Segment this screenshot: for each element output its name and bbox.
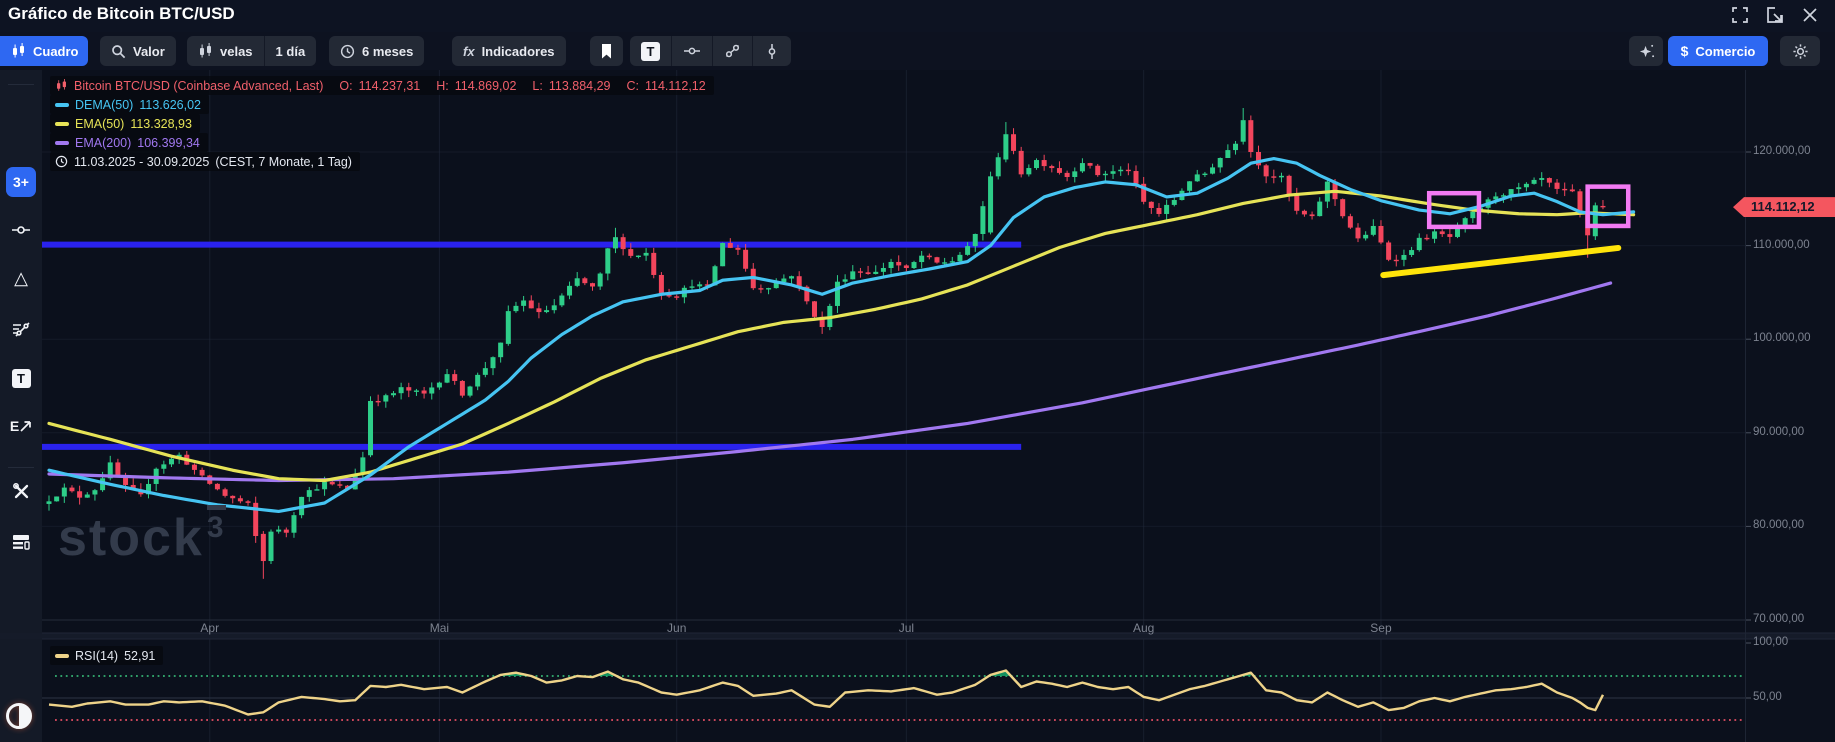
indicators-fx-icon: fx	[463, 44, 475, 59]
month-tick-label: Jul	[899, 621, 914, 635]
gear-icon	[1792, 43, 1809, 60]
search-icon	[111, 44, 126, 59]
app-window: Gráfico de Bitcoin BTC/USD Cuadro Valor	[0, 0, 1835, 742]
bookmark-icon	[600, 44, 613, 59]
rsi-tick-label: 50,00	[1753, 691, 1782, 703]
legend-dema-row[interactable]: DEMA(50) 113.626,02	[50, 95, 209, 114]
chart-type-interval-group: velas 1 día	[187, 36, 316, 66]
indicators-button[interactable]: fx Indicadores	[452, 36, 566, 66]
text-tool-button[interactable]: T	[630, 36, 671, 66]
candles-icon	[55, 79, 68, 92]
toolbar: Cuadro Valor velas 1 día 6 meses	[0, 34, 1835, 70]
text-tool-icon: T	[641, 42, 660, 61]
clock-icon	[340, 44, 355, 59]
tools-icon[interactable]	[0, 474, 42, 508]
dema-swatch	[55, 103, 69, 107]
stock3-plus-logo[interactable]: 3+	[6, 167, 36, 197]
text-tool-icon[interactable]: T	[0, 361, 42, 395]
triangle-icon[interactable]: △	[0, 261, 42, 295]
vertical-line-button[interactable]	[753, 36, 791, 66]
contrast-circle-widget[interactable]	[4, 701, 34, 731]
interval-button[interactable]: 1 día	[265, 36, 317, 66]
settings-button[interactable]	[1780, 36, 1820, 66]
page-title: Gráfico de Bitcoin BTC/USD	[8, 4, 235, 24]
candles-icon	[11, 43, 26, 59]
pop-out-icon[interactable]	[1765, 5, 1785, 25]
symbol-search-group: Valor	[100, 36, 176, 66]
legend-ema50-row[interactable]: EMA(50) 113.328,93	[50, 114, 200, 133]
stock3-watermark: stock3	[58, 512, 226, 564]
price-tick-label: 70.000,00	[1753, 613, 1804, 625]
legend-date-row[interactable]: 11.03.2025 - 30.09.2025 (CEST, 7 Monate,…	[50, 152, 360, 171]
title-bar: Gráfico de Bitcoin BTC/USD	[0, 0, 1835, 32]
range-group: 6 meses	[329, 36, 424, 66]
ema200-swatch	[55, 141, 69, 145]
chart-type-button[interactable]: velas	[187, 36, 264, 66]
legend-date-meta: (CEST, 7 Monate, 1 Tag)	[215, 155, 352, 169]
rsi-swatch	[55, 654, 69, 658]
month-tick-label: Sep	[1370, 621, 1391, 635]
strategy-lines-icon[interactable]	[0, 312, 42, 346]
price-tick-label: 100.000,00	[1753, 332, 1811, 344]
drawing-sidebar: 3+ △ T E	[0, 70, 42, 742]
layout-panels-icon[interactable]	[0, 525, 42, 559]
legend-high: 114.869,02	[455, 79, 517, 93]
legend-close: 114.112,12	[645, 79, 706, 93]
trend-line-icon	[724, 43, 741, 59]
last-price-tag: 114.112,12	[1733, 197, 1835, 217]
clock-icon	[55, 155, 68, 168]
trend-line-button[interactable]	[713, 36, 752, 66]
month-tick-label: Mai	[430, 621, 449, 635]
close-icon[interactable]	[1800, 5, 1820, 25]
horizontal-line-button[interactable]	[672, 36, 712, 66]
drawing-tools-group: T	[630, 36, 791, 66]
trade-button[interactable]: $ Comercio	[1668, 36, 1768, 66]
chart-mode-button[interactable]: Cuadro	[0, 36, 88, 66]
legend-open: 114.237,31	[359, 79, 421, 93]
dollar-icon: $	[1681, 43, 1689, 59]
horizontal-cursor-icon[interactable]	[0, 213, 42, 247]
indicators-group: fx Indicadores	[452, 36, 566, 66]
legend-rsi-row[interactable]: RSI(14) 52,91	[50, 646, 163, 665]
candles-icon	[198, 43, 213, 59]
price-tick-label: 120.000,00	[1753, 145, 1811, 157]
legend-ema200-row[interactable]: EMA(200) 106.399,34	[50, 133, 208, 152]
price-tick-label: 90.000,00	[1753, 426, 1804, 438]
month-tick-label: Apr	[200, 621, 219, 635]
symbol-search-button[interactable]: Valor	[100, 36, 176, 66]
edit-trend-icon[interactable]: E	[0, 409, 42, 443]
range-button[interactable]: 6 meses	[329, 36, 424, 66]
legend-low: 113.884,29	[549, 79, 611, 93]
legend-date-range: 11.03.2025 - 30.09.2025	[74, 155, 209, 169]
vertical-line-icon	[764, 43, 780, 60]
month-tick-label: Jun	[667, 621, 686, 635]
horizontal-line-icon	[683, 43, 701, 59]
price-tick-label: 110.000,00	[1753, 239, 1810, 251]
magic-sparkle-icon	[1638, 43, 1655, 60]
legend-symbol-row[interactable]: Bitcoin BTC/USD (Coinbase Advanced, Last…	[50, 76, 714, 95]
magic-tools-button[interactable]	[1629, 36, 1663, 66]
price-tick-label: 80.000,00	[1753, 519, 1804, 531]
fullscreen-icon[interactable]	[1730, 5, 1750, 25]
bookmark-button[interactable]	[590, 36, 623, 66]
legend-symbol: Bitcoin BTC/USD (Coinbase Advanced, Last…	[74, 79, 323, 93]
ema50-swatch	[55, 122, 69, 126]
month-tick-label: Aug	[1133, 621, 1154, 635]
rsi-tick-label: 100,00	[1753, 636, 1788, 648]
